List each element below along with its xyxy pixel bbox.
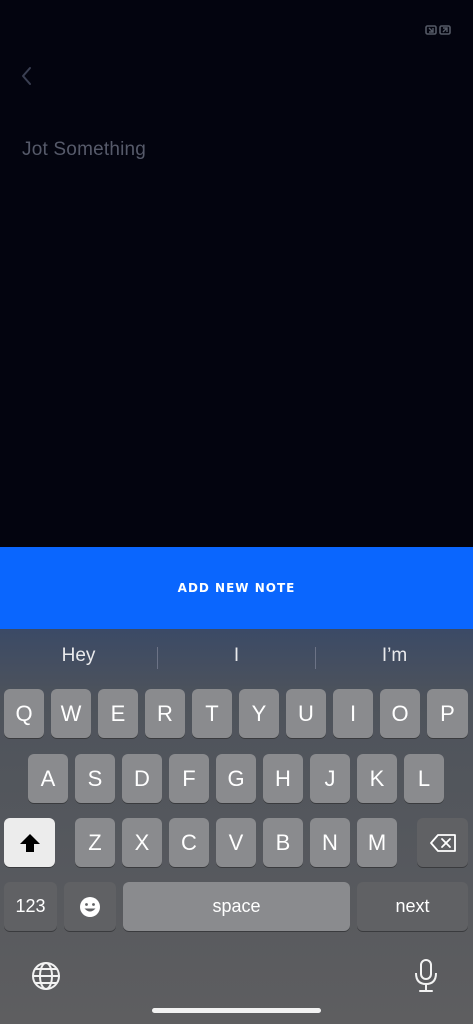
key-i[interactable]: I bbox=[333, 689, 373, 738]
microphone-icon bbox=[415, 959, 437, 992]
key-x[interactable]: X bbox=[122, 818, 162, 867]
key-g[interactable]: G bbox=[216, 754, 256, 803]
key-v[interactable]: V bbox=[216, 818, 256, 867]
key-e[interactable]: E bbox=[98, 689, 138, 738]
back-button[interactable] bbox=[14, 62, 40, 90]
suggestion-item[interactable]: I bbox=[158, 645, 315, 671]
key-c[interactable]: C bbox=[169, 818, 209, 867]
note-text-input[interactable] bbox=[22, 135, 442, 165]
key-a[interactable]: A bbox=[28, 754, 68, 803]
key-m[interactable]: M bbox=[357, 818, 397, 867]
expand-arrows-icon bbox=[425, 23, 451, 35]
home-indicator bbox=[152, 1008, 321, 1013]
key-s[interactable]: S bbox=[75, 754, 115, 803]
key-y[interactable]: Y bbox=[239, 689, 279, 738]
emoji-key[interactable] bbox=[64, 882, 116, 931]
chevron-left-icon bbox=[22, 67, 31, 85]
suggestion-bar: Hey I I’m bbox=[0, 629, 473, 687]
key-f[interactable]: F bbox=[169, 754, 209, 803]
key-w[interactable]: W bbox=[51, 689, 91, 738]
key-z[interactable]: Z bbox=[75, 818, 115, 867]
microphone-button[interactable] bbox=[412, 958, 440, 999]
key-r[interactable]: R bbox=[145, 689, 185, 738]
key-d[interactable]: D bbox=[122, 754, 162, 803]
space-key[interactable]: space bbox=[123, 882, 350, 931]
key-q[interactable]: Q bbox=[4, 689, 44, 738]
key-l[interactable]: L bbox=[404, 754, 444, 803]
key-j[interactable]: J bbox=[310, 754, 350, 803]
key-h[interactable]: H bbox=[263, 754, 303, 803]
shift-key[interactable] bbox=[4, 818, 55, 867]
key-o[interactable]: O bbox=[380, 689, 420, 738]
suggestion-item[interactable]: I’m bbox=[316, 645, 473, 671]
key-k[interactable]: K bbox=[357, 754, 397, 803]
add-new-note-button[interactable]: ADD NEW NOTE bbox=[0, 547, 473, 629]
key-n[interactable]: N bbox=[310, 818, 350, 867]
key-t[interactable]: T bbox=[192, 689, 232, 738]
numbers-key[interactable]: 123 bbox=[4, 882, 57, 931]
globe-icon bbox=[32, 962, 60, 990]
shift-icon bbox=[19, 833, 40, 852]
next-key[interactable]: next bbox=[357, 882, 468, 931]
key-u[interactable]: U bbox=[286, 689, 326, 738]
suggestion-item[interactable]: Hey bbox=[0, 645, 157, 671]
keyboard: Hey I I’m Q W E R T Y U I O P A S D F G … bbox=[0, 629, 473, 1024]
key-b[interactable]: B bbox=[263, 818, 303, 867]
globe-button[interactable] bbox=[30, 960, 62, 997]
emoji-icon bbox=[80, 896, 100, 917]
delete-backspace-icon bbox=[429, 833, 456, 852]
key-p[interactable]: P bbox=[427, 689, 468, 738]
delete-key[interactable] bbox=[417, 818, 468, 867]
